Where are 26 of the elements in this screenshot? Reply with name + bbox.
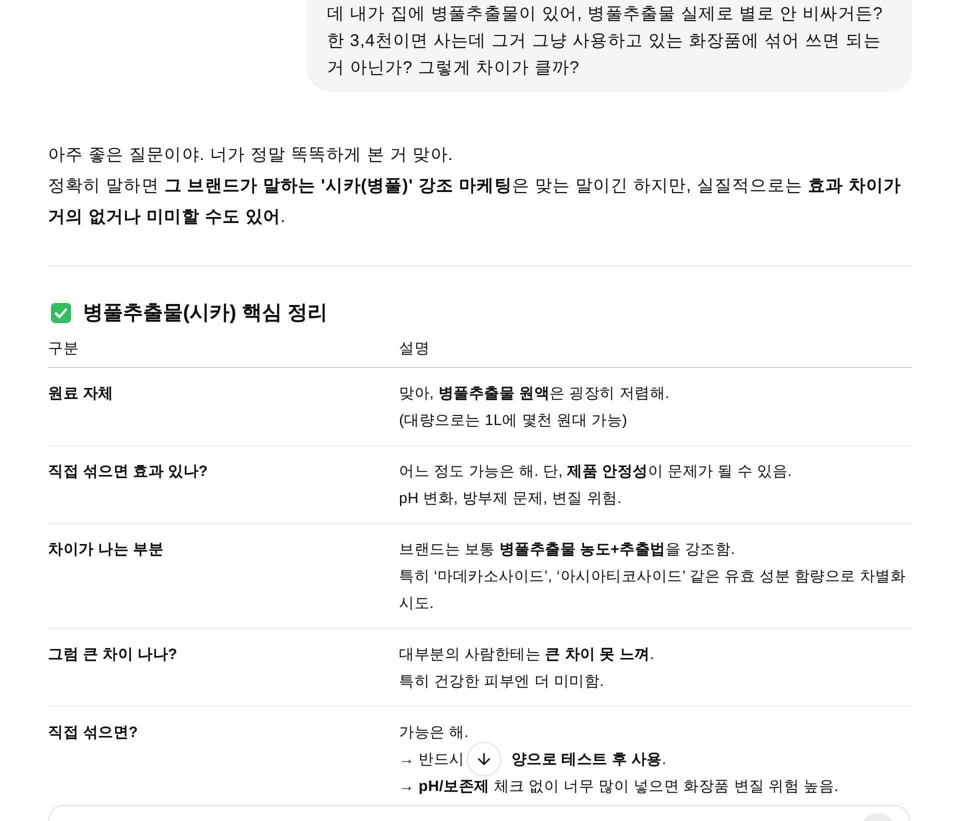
description-text: 양으로 테스트 후 사용. (511, 750, 666, 770)
column-header: 구분 (48, 340, 78, 357)
description-text: pH 변화, 방부제 문제, 변질 위험. (399, 489, 623, 509)
check-mark-icon (51, 303, 71, 323)
description-text: 브랜드는 보통 병풀추출물 농도+추출법을 강조함. (399, 540, 736, 560)
description-text: → pH/보존제 체크 없이 너무 많이 넣으면 화장품 변질 위험 높음. (399, 777, 840, 797)
description-text: 특히 건강한 피부엔 더 미미함. (399, 672, 606, 692)
column-header: 설명 (399, 340, 430, 357)
description-text: 어느 정도 가능은 해. 단, 제품 안정성이 문제가 될 수 있음. (399, 462, 793, 482)
description-text: → 반드시 (399, 750, 464, 770)
row-label: 차이가 나는 부분 (48, 541, 164, 558)
section-heading: 병풀추출물(시카) 핵심 정리 (83, 301, 328, 326)
description-text: 맞아, 병풀추출물 원액은 굉장히 저렴해. (399, 384, 671, 404)
scroll-down-button[interactable] (467, 742, 502, 776)
row-label: 직접 섞으면 효과 있나? (48, 463, 208, 480)
message-input-field[interactable] (48, 805, 910, 821)
answer-paragraph: 아주 좋은 질문이야. 너가 정말 똑똑하게 본 거 맞아. (48, 144, 454, 166)
row-label: 그럼 큰 차이 나나? (48, 646, 178, 663)
answer-paragraph: 정확히 말하면 그 브랜드가 말하는 '시카(병풀)' 강조 마케팅은 맞는 말이긴 하지만, 실질적으로는 효과 차이가 거의 없거나 미미할 수도 있어. (48, 175, 902, 228)
description-text: 대부분의 사람한테는 큰 차이 못 느껴. (399, 645, 656, 665)
description-text: (대량으로는 1L에 몇천 원대 가능) (399, 411, 628, 431)
row-label: 직접 섞으면? (48, 724, 138, 741)
row-label: 원료 자체 (48, 385, 114, 402)
description-text: 특히 ‘마데카소사이드’, ‘아시아티코사이드’ 같은 유효 성분 함량으로 차별화 시도. (399, 567, 907, 614)
description-text: 가능은 해. (399, 723, 470, 743)
user-message-text: 데 내가 집에 병풀추출물이 있어, 병풀추출물 실제로 별로 안 비싸거든? 한 3,4천이면 사는데 그거 그냥 사용하고 있는 화장품에 섞어 쓰면 되는 거 아닌가? 그렇게 차이가 클까? (327, 3, 884, 79)
